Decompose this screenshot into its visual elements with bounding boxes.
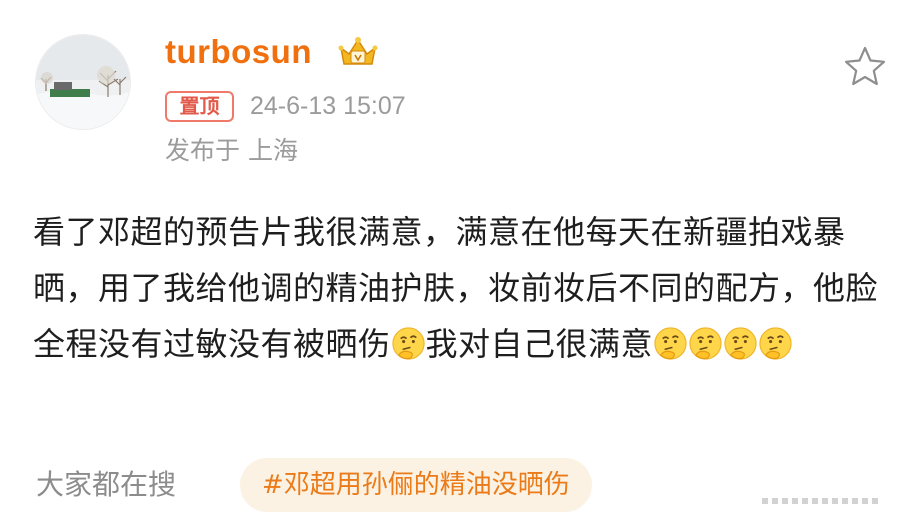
gold-crown-badge-icon[interactable]	[335, 34, 381, 70]
thinking-face-emoji	[724, 327, 757, 360]
pinned-badge: 置顶	[165, 91, 234, 122]
post-text-part-2: 我对自己很满意	[425, 325, 654, 363]
thinking-face-emoji	[689, 327, 722, 360]
trending-search-label: 大家都在搜	[36, 468, 177, 501]
star-outline-icon[interactable]	[843, 45, 887, 87]
watermark-dots	[762, 498, 878, 504]
thinking-face-emoji	[654, 327, 687, 360]
trending-hashtag-chip[interactable]: #邓超用孙俪的精油没晒伤	[240, 458, 592, 512]
post-timestamp: 24-6-13 15:07	[250, 92, 406, 120]
avatar[interactable]	[35, 34, 131, 130]
post-content: 看了邓超的预告片我很满意，满意在他每天在新疆拍戏暴晒，用了我给他调的精油护肤，妆…	[33, 204, 883, 372]
username[interactable]: turbosun	[165, 30, 312, 74]
post-location: 发布于 上海	[165, 136, 298, 165]
snowy-landscape-avatar	[36, 35, 130, 129]
thinking-face-emoji	[759, 327, 792, 360]
thinking-face-emoji	[391, 327, 425, 360]
